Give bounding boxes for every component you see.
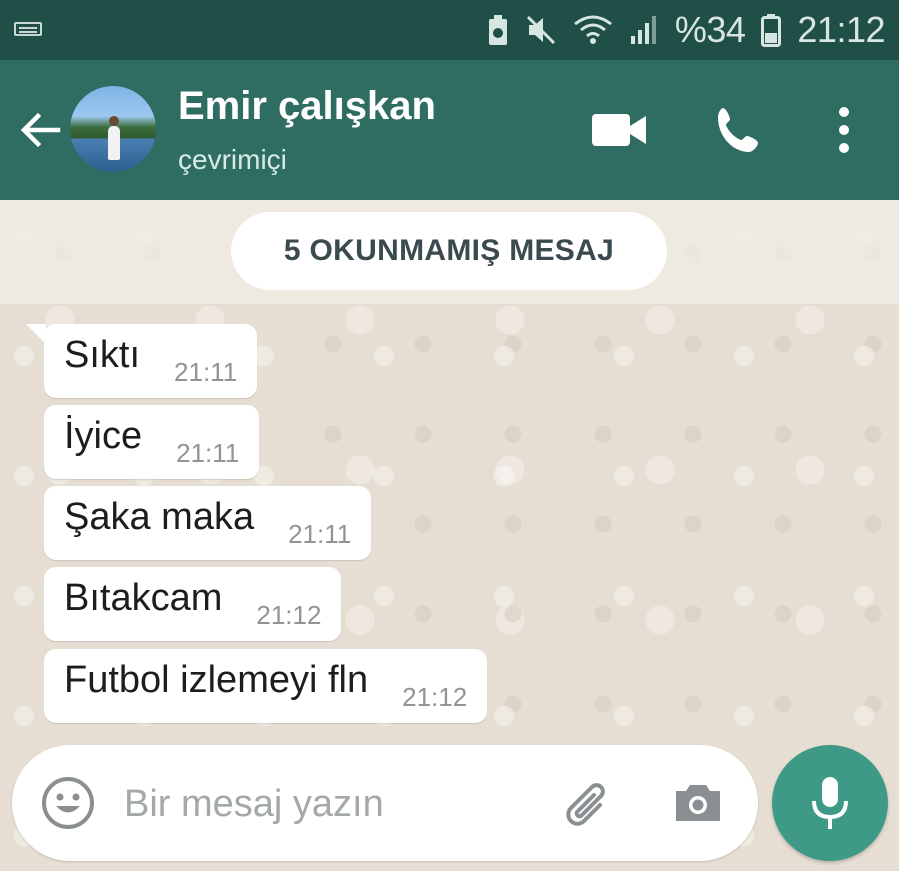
message-bubble[interactable]: Futbol izlemeyi fln 21:12 — [44, 649, 488, 723]
more-vert-icon[interactable] — [826, 104, 862, 156]
message-composer — [12, 745, 758, 861]
mute-icon — [526, 15, 555, 45]
battery-saver-icon — [488, 15, 507, 45]
message-text: Bıtakcam — [64, 577, 223, 619]
keyboard-icon — [14, 22, 42, 36]
message-time: 21:12 — [256, 600, 322, 630]
message-text: Sıktı — [64, 334, 141, 376]
message-bubble[interactable]: İyice 21:11 — [44, 405, 260, 479]
battery-percent: %34 — [674, 9, 746, 50]
wifi-icon — [573, 15, 612, 44]
unread-banner: 5 OKUNMAMIŞ MESAJ — [0, 200, 899, 304]
back-arrow-icon[interactable] — [18, 108, 62, 152]
camera-icon[interactable] — [670, 775, 726, 831]
avatar-person-body — [108, 126, 120, 160]
message-time: 21:12 — [402, 682, 468, 712]
avatar-person-head — [109, 116, 119, 126]
microphone-button[interactable] — [772, 745, 888, 861]
emoji-icon[interactable] — [40, 775, 96, 831]
message-text: Şaka maka — [64, 496, 255, 538]
phone-icon[interactable] — [712, 104, 766, 158]
chat-header: Emir çalışkan çevrimiçi — [0, 60, 899, 200]
status-bar: %34 21:12 — [0, 0, 899, 60]
microphone-icon — [812, 777, 848, 829]
status-icons: %34 21:12 — [487, 0, 885, 60]
message-text: Futbol izlemeyi fln — [64, 659, 369, 701]
paperclip-icon[interactable] — [560, 775, 616, 831]
unread-count-pill: 5 OKUNMAMIŞ MESAJ — [231, 212, 667, 290]
video-call-icon[interactable] — [590, 106, 648, 154]
message-text: İyice — [64, 415, 143, 457]
contact-status: çevrimiçi — [178, 144, 287, 175]
message-input[interactable] — [122, 775, 546, 833]
status-clock: 21:12 — [797, 9, 885, 50]
message-time: 21:11 — [176, 438, 240, 468]
signal-icon — [630, 16, 656, 44]
message-bubble[interactable]: Şaka maka 21:11 — [44, 486, 372, 560]
message-bubble[interactable]: Sıktı 21:11 — [25, 324, 258, 398]
avatar[interactable] — [70, 86, 156, 172]
message-time: 21:11 — [174, 357, 238, 387]
battery-icon — [761, 14, 782, 47]
message-bubble[interactable]: Bıtakcam 21:12 — [44, 567, 342, 641]
contact-name[interactable]: Emir çalışkan — [178, 84, 436, 129]
message-time: 21:11 — [288, 519, 352, 549]
